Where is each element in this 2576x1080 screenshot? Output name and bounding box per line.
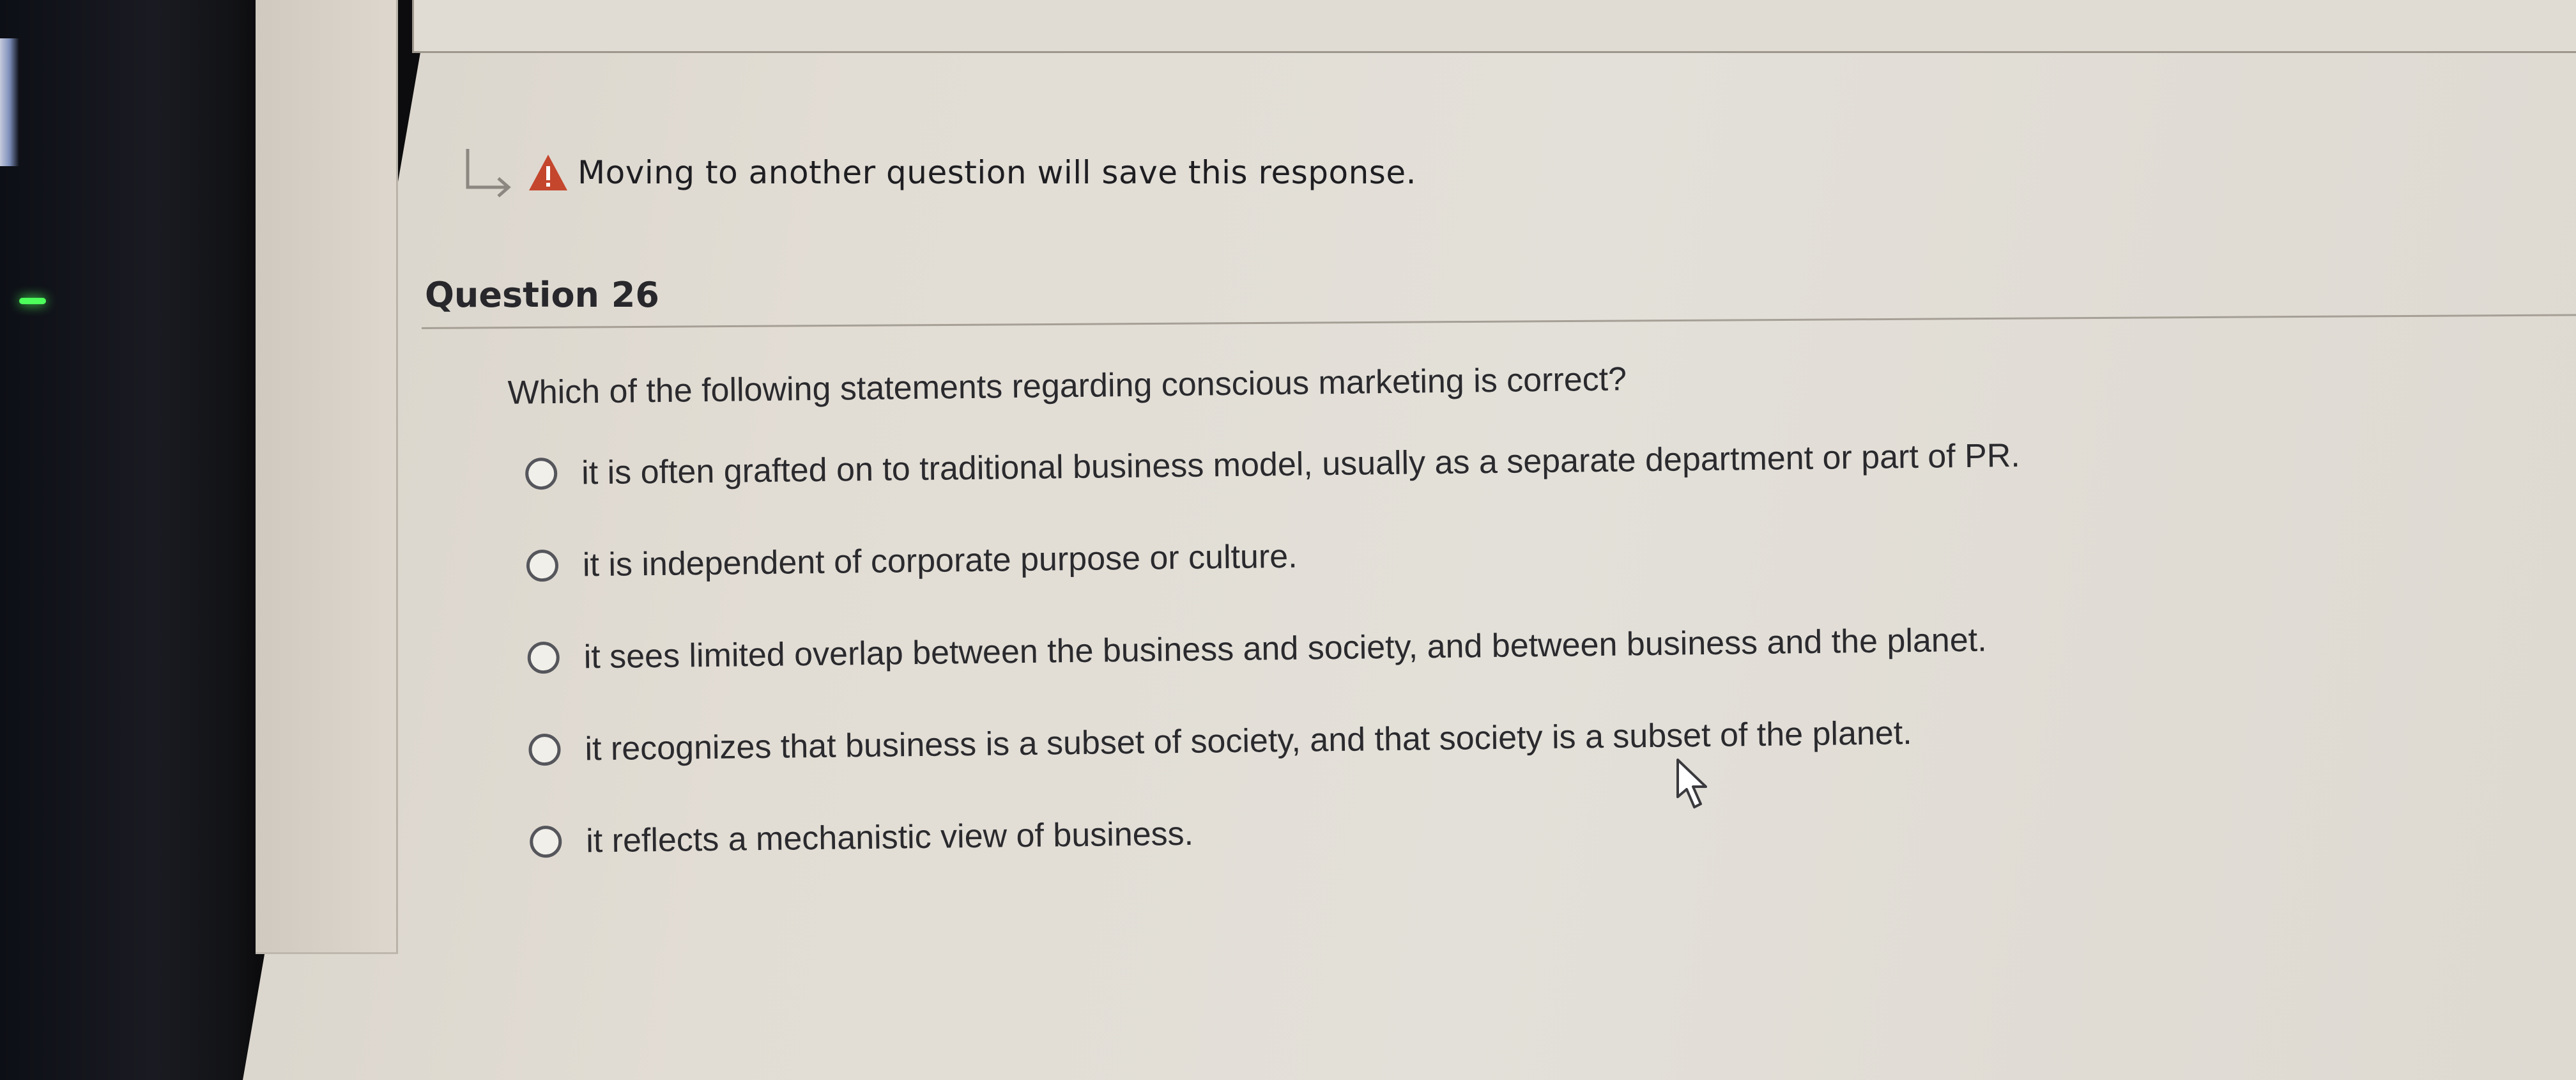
answer-option[interactable]: it recognizes that business is a subset … bbox=[503, 686, 2024, 796]
answer-label[interactable]: it reflects a mechanistic view of busine… bbox=[586, 815, 1193, 861]
save-notice-text: Moving to another question will save thi… bbox=[578, 154, 1416, 191]
power-led bbox=[19, 298, 46, 304]
answer-label[interactable]: it is often grafted on to traditional bu… bbox=[581, 436, 2020, 493]
question-block: Which of the following statements regard… bbox=[498, 339, 2025, 888]
radio-button[interactable] bbox=[529, 825, 562, 858]
answer-option[interactable]: it is independent of corporate purpose o… bbox=[500, 502, 2021, 612]
answer-option[interactable]: it reflects a mechanistic view of busine… bbox=[503, 778, 2025, 888]
left-panel bbox=[256, 0, 398, 954]
screen-glare bbox=[0, 38, 19, 166]
answer-label[interactable]: it sees limited overlap between the busi… bbox=[583, 621, 1987, 677]
previous-question-box bbox=[412, 0, 2576, 53]
return-arrow-icon bbox=[466, 149, 511, 197]
save-notice: Moving to another question will save thi… bbox=[460, 144, 1416, 201]
answer-label[interactable]: it is independent of corporate purpose o… bbox=[583, 537, 1298, 585]
answer-option[interactable]: it is often grafted on to traditional bu… bbox=[499, 410, 2020, 520]
answer-option[interactable]: it sees limited overlap between the busi… bbox=[502, 594, 2023, 704]
radio-button[interactable] bbox=[528, 733, 561, 766]
alert-icon bbox=[529, 155, 567, 190]
question-number: Question 26 bbox=[425, 275, 659, 315]
radio-button[interactable] bbox=[527, 641, 560, 674]
radio-button[interactable] bbox=[526, 549, 559, 582]
mouse-cursor-icon bbox=[1676, 759, 1707, 808]
radio-button[interactable] bbox=[525, 457, 558, 490]
